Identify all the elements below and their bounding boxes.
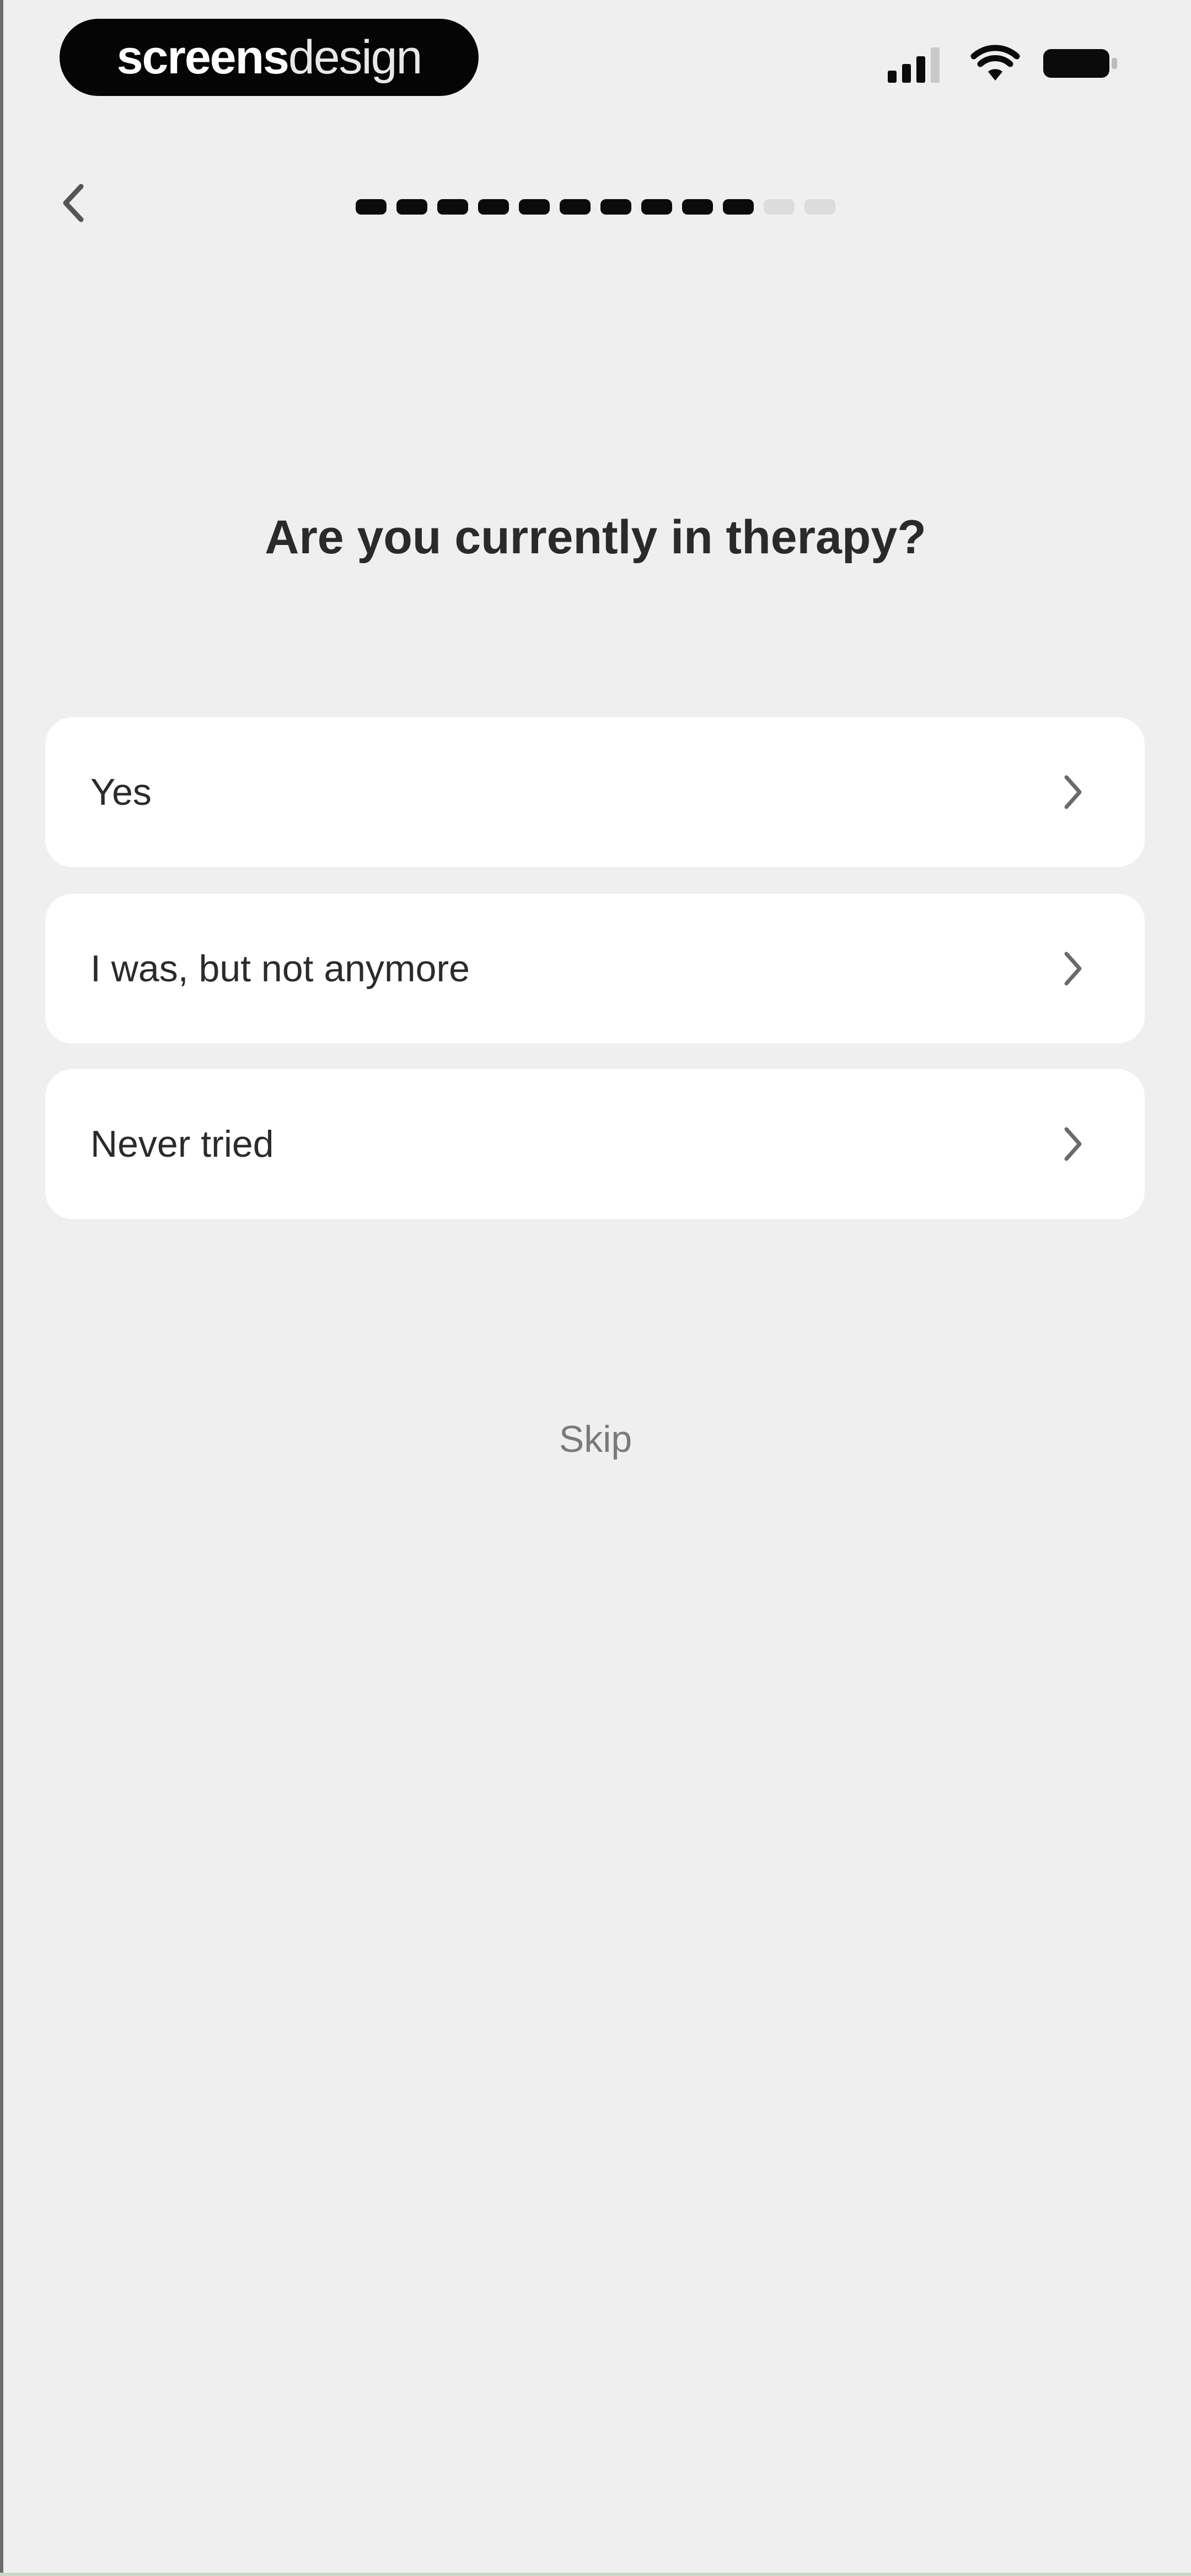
wifi-icon xyxy=(970,44,1020,85)
progress-step-complete xyxy=(396,199,427,215)
progress-step-complete xyxy=(560,199,591,215)
progress-step-complete xyxy=(641,199,672,215)
option-yes[interactable]: Yes xyxy=(45,717,1145,867)
device-frame-bottom xyxy=(0,2573,1191,2576)
back-button[interactable] xyxy=(45,171,100,237)
progress-step-complete xyxy=(600,199,631,215)
chevron-right-icon xyxy=(1056,944,1090,993)
progress-step-complete xyxy=(478,199,509,215)
chevron-left-icon xyxy=(59,181,87,228)
question-title: Are you currently in therapy? xyxy=(265,511,926,564)
therapy-question-screen: screens design Are you currently in ther… xyxy=(0,0,1191,2576)
brand-text-bold: screens xyxy=(116,30,289,84)
option-label: I was, but not anymore xyxy=(90,948,470,990)
progress-step-pending xyxy=(804,199,835,215)
progress-step-pending xyxy=(764,199,795,215)
progress-step-complete xyxy=(356,199,387,215)
option-never-tried[interactable]: Never tried xyxy=(45,1069,1145,1219)
brand-badge: screens design xyxy=(60,19,479,96)
progress-step-complete xyxy=(723,199,754,215)
status-icons xyxy=(888,40,1119,89)
onboarding-progress-bar xyxy=(356,196,835,218)
option-label: Never tried xyxy=(90,1123,274,1165)
progress-step-complete xyxy=(437,199,468,215)
progress-step-complete xyxy=(682,199,713,215)
chevron-right-icon xyxy=(1056,1119,1090,1169)
chevron-right-icon xyxy=(1056,767,1090,817)
option-label: Yes xyxy=(90,771,152,813)
skip-button[interactable]: Skip xyxy=(0,1418,1191,1461)
brand-text-light: design xyxy=(288,30,422,84)
progress-step-complete xyxy=(519,199,550,215)
option-was-not-anymore[interactable]: I was, but not anymore xyxy=(45,894,1145,1044)
signal-icon xyxy=(888,44,948,85)
battery-icon xyxy=(1042,46,1119,84)
device-frame-edge xyxy=(0,0,3,2576)
